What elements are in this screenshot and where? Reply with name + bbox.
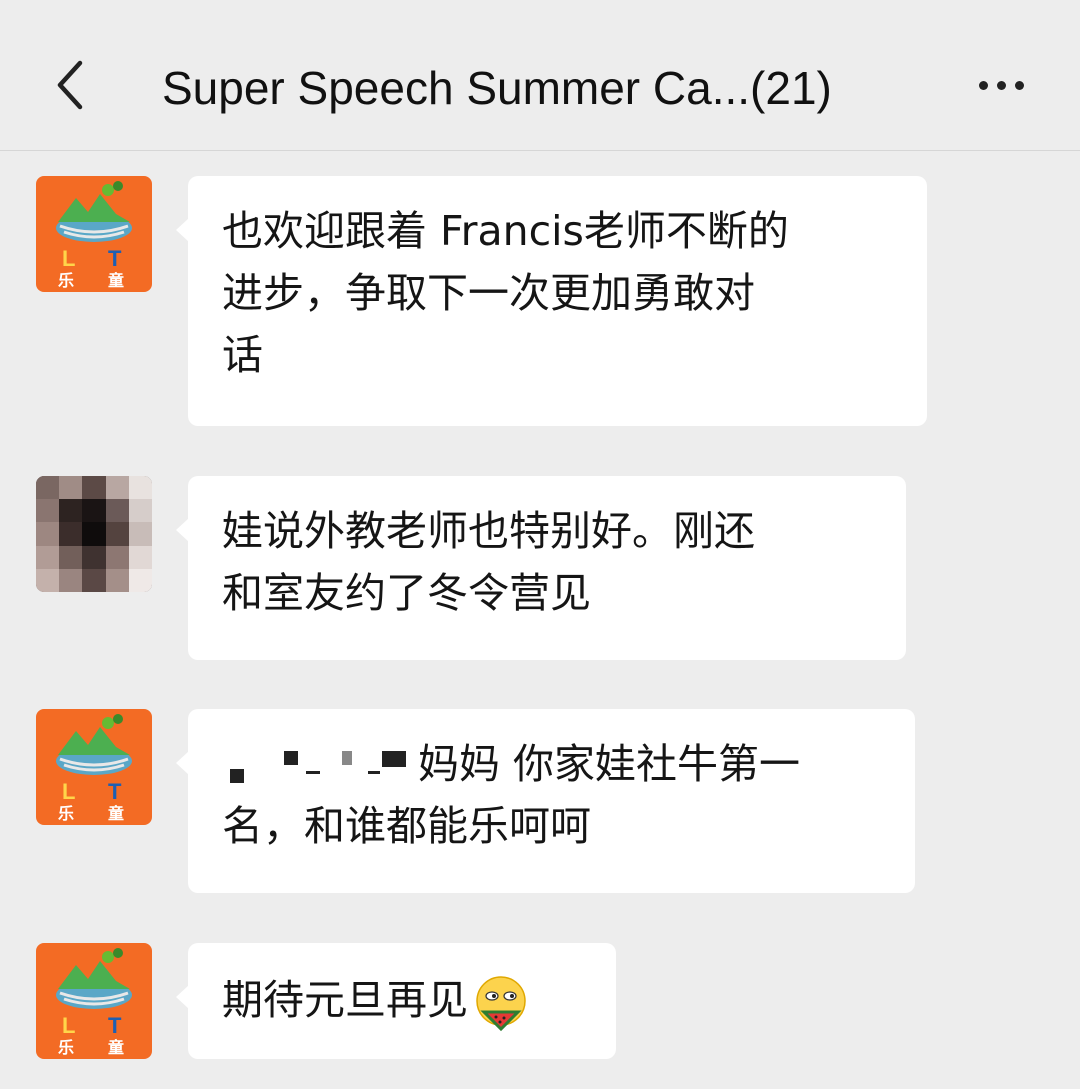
message-bubble[interactable]: 娃说外教老师也特别好。刚还 和室友约了冬令营见 [176,476,906,660]
message-text-line: 也欢迎跟着 Francis老师不断的 [222,207,789,255]
redacted-name [222,745,418,789]
message-text-line: 妈妈 你家娃社牛第一 [222,733,881,795]
lt-logo-icon: L T 乐 童 [56,181,132,290]
avatar[interactable] [36,476,152,592]
svg-text:乐: 乐 [58,1038,74,1057]
svg-text:T: T [108,1013,122,1038]
chat-title: Super Speech Summer Ca...(21) [162,62,832,114]
svg-text:T: T [108,779,122,804]
svg-text:L: L [62,246,75,271]
avatar[interactable]: L T 乐 童 [36,709,152,825]
more-options-button[interactable] [966,60,1036,110]
message-bubble[interactable]: 也欢迎跟着 Francis老师不断的 进步，争取下一次更加勇敢对 话 [176,176,927,426]
svg-text:童: 童 [108,1038,124,1057]
dot-icon [1014,80,1024,90]
avatar[interactable]: L T 乐 童 [36,176,152,292]
svg-text:L: L [62,1013,75,1038]
svg-text:乐: 乐 [58,804,74,823]
lt-logo-icon: L T 乐 童 [56,714,132,823]
svg-text:T: T [108,246,122,271]
message-text: 妈妈 你家娃社牛第一 [418,740,801,788]
message-bubble[interactable]: 期待元旦再见 [176,943,616,1059]
svg-text:L: L [62,779,75,804]
message-text-line: 娃说外教老师也特别好。刚还 [222,507,755,555]
message-text-line: 进步，争取下一次更加勇敢对 [222,269,755,317]
message-text-line: 名，和谁都能乐呵呵 [222,802,591,850]
message-text-line: 话 [222,331,263,379]
svg-text:乐: 乐 [58,271,74,290]
chat-header: Super Speech Summer Ca...(21) [0,0,1080,151]
svg-text:童: 童 [108,804,124,823]
back-button[interactable] [40,55,100,115]
avatar[interactable]: L T 乐 童 [36,943,152,1059]
lt-logo-icon: L T 乐 童 [56,948,132,1057]
svg-text:童: 童 [108,271,124,290]
dot-icon [978,80,988,90]
message-text: 期待元旦再见 [222,976,468,1024]
watermelon-emoji-icon [476,976,526,1032]
message-bubble[interactable]: 妈妈 你家娃社牛第一 名，和谁都能乐呵呵 [176,709,915,893]
chevron-left-icon [57,60,83,110]
message-text-line: 和室友约了冬令营见 [222,569,591,617]
dot-icon [996,80,1006,90]
